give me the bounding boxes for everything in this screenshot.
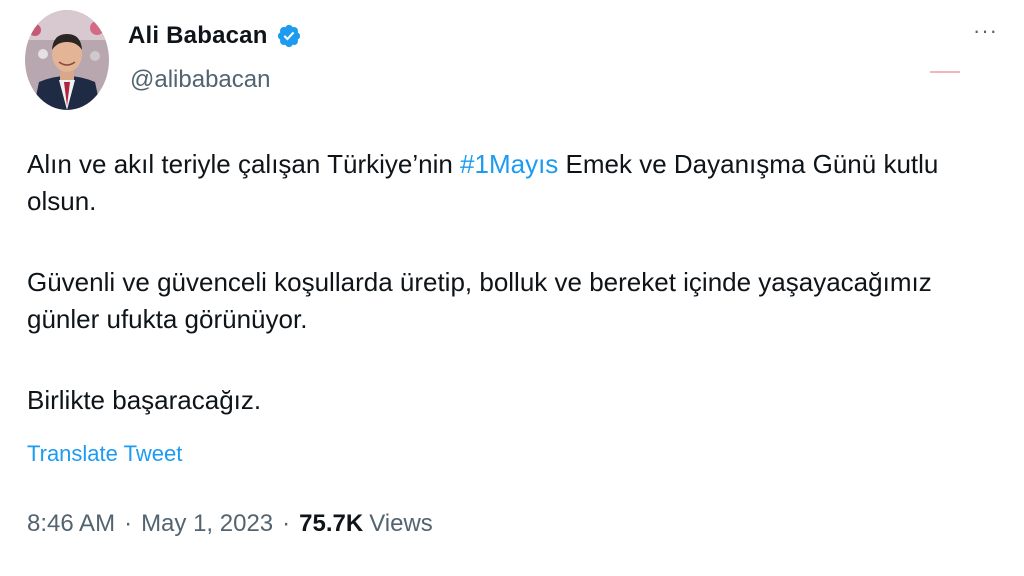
hashtag-link[interactable]: #1Mayıs (460, 149, 558, 179)
translate-tweet-link[interactable]: Translate Tweet (27, 441, 182, 467)
views-count: 75.7K (299, 510, 364, 537)
tweet-text-segment: Alın ve akıl teriyle çalışan Türkiye’nin (27, 149, 461, 179)
author-name-row: Ali Babacan (128, 22, 302, 50)
avatar[interactable] (25, 10, 109, 110)
tweet-card: Ali Babacan @alibabacan ··· Alın ve akıl… (0, 0, 1024, 576)
author-display-name[interactable]: Ali Babacan (128, 22, 268, 50)
tweet-paragraph-2: Güvenli ve güvenceli koşullarda üretip, … (27, 267, 932, 334)
watermark (930, 68, 960, 78)
tweet-paragraph-1: Alın ve akıl teriyle çalışan Türkiye’nin… (27, 146, 987, 220)
views-label: Views (369, 510, 433, 537)
author-handle[interactable]: @alibabacan (130, 66, 270, 94)
tweet-meta: 8:46 AM · May 1, 2023 · 75.7K Views (27, 510, 433, 538)
tweet-date[interactable]: May 1, 2023 (141, 510, 273, 538)
tweet-text: Alın ve akıl teriyle çalışan Türkiye’nin… (27, 146, 987, 463)
meta-separator: · (124, 510, 133, 537)
verified-badge-icon (276, 23, 302, 49)
more-options-icon[interactable]: ··· (973, 18, 998, 44)
tweet-paragraph-3: Birlikte başaracağız. (27, 385, 262, 415)
tweet-time[interactable]: 8:46 AM (27, 510, 115, 538)
avatar-photo (25, 10, 109, 110)
meta-separator: · (282, 510, 291, 537)
